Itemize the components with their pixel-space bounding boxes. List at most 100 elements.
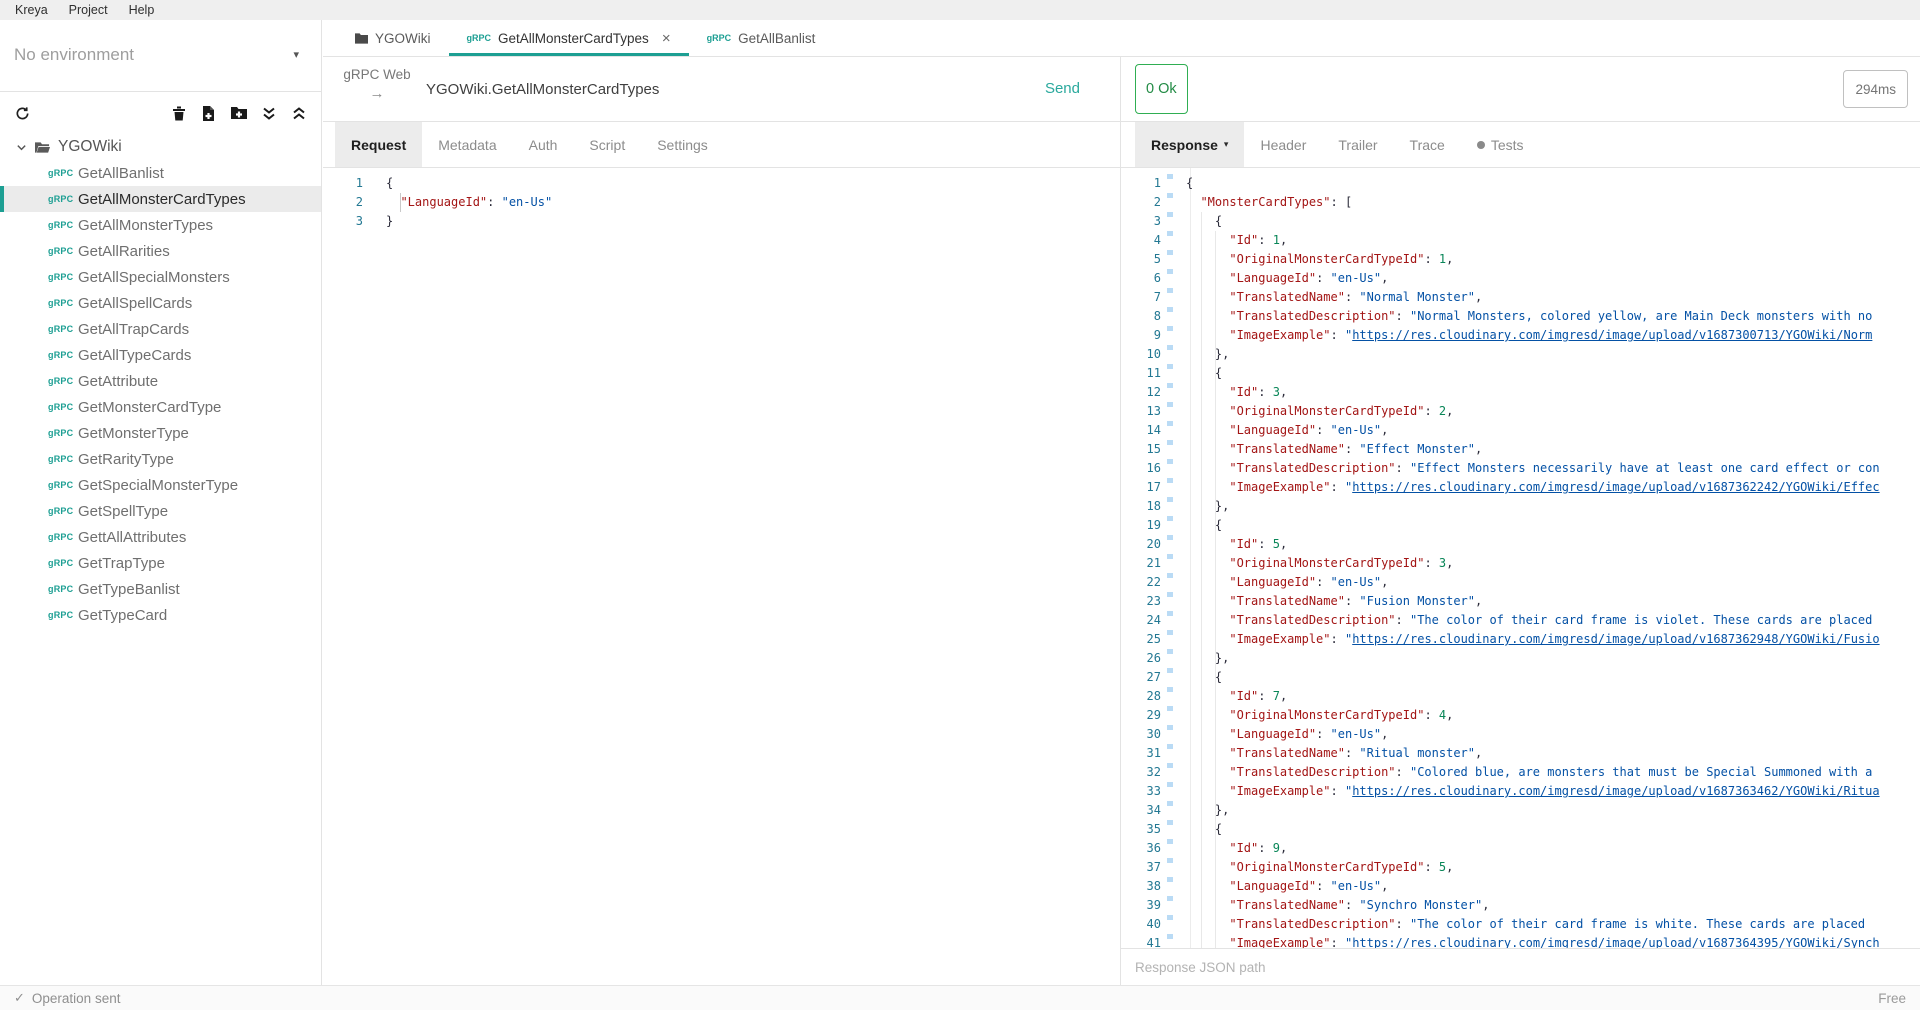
line-number: 20 — [1121, 535, 1161, 554]
line-number: 23 — [1121, 592, 1161, 611]
tab-ygowiki[interactable]: YGOWiki — [337, 20, 449, 56]
tab-settings[interactable]: Settings — [641, 122, 724, 167]
line-number: 39 — [1121, 896, 1161, 915]
item-label: GetAllRarities — [78, 243, 170, 260]
response-json-path-input[interactable]: Response JSON path — [1121, 948, 1920, 985]
explorer-item[interactable]: gRPCGetTypeCard — [0, 602, 321, 628]
grpc-badge: gRPC — [48, 402, 78, 412]
response-editor[interactable]: 1234567891011121314151617181920212223242… — [1121, 168, 1920, 948]
line-number: 2 — [323, 193, 363, 212]
explorer-item[interactable]: gRPCGetTrapType — [0, 550, 321, 576]
sidebar: No environment ▾ — [0, 20, 322, 985]
item-label: GetAllBanlist — [78, 165, 164, 182]
item-label: GetAllMonsterTypes — [78, 217, 213, 234]
protocol-selector[interactable]: gRPC Web → — [335, 67, 419, 102]
expand-all-icon[interactable] — [260, 105, 277, 122]
tab-trailer[interactable]: Trailer — [1322, 122, 1393, 167]
grpc-badge: gRPC — [48, 168, 78, 178]
line-number: 16 — [1121, 459, 1161, 478]
menu-project[interactable]: Project — [69, 3, 108, 17]
code-line: { — [1186, 820, 1880, 839]
line-number: 3 — [1121, 212, 1161, 231]
line-number: 22 — [1121, 573, 1161, 592]
code-line: { — [386, 174, 552, 193]
explorer-item[interactable]: gRPCGetAllMonsterCardTypes — [0, 186, 321, 212]
explorer-item[interactable]: gRPCGetAllRarities — [0, 238, 321, 264]
line-number: 32 — [1121, 763, 1161, 782]
explorer-item[interactable]: gRPCGetRarityType — [0, 446, 321, 472]
file-plus-icon[interactable] — [200, 105, 217, 122]
code-line: }, — [1186, 801, 1880, 820]
grpc-badge: gRPC — [467, 33, 492, 43]
request-editor[interactable]: 123 { "LanguageId": "en-Us"} — [323, 168, 1120, 985]
tab-request[interactable]: Request — [335, 122, 422, 167]
collapse-all-icon[interactable] — [290, 105, 307, 122]
explorer-item[interactable]: gRPCGetMonsterType — [0, 420, 321, 446]
close-icon[interactable]: × — [662, 31, 671, 46]
line-number: 12 — [1121, 383, 1161, 402]
explorer-item[interactable]: gRPCGetMonsterCardType — [0, 394, 321, 420]
item-label: GetTypeCard — [78, 607, 167, 624]
item-label: GetSpecialMonsterType — [78, 477, 238, 494]
tab-getallbanlist[interactable]: gRPC GetAllBanlist — [689, 20, 834, 56]
explorer-item[interactable]: gRPCGetAllSpecialMonsters — [0, 264, 321, 290]
explorer-item[interactable]: gRPCGetTypeBanlist — [0, 576, 321, 602]
response-line-numbers: 1234567891011121314151617181920212223242… — [1121, 174, 1161, 948]
line-number: 40 — [1121, 915, 1161, 934]
code-line: "Id": 1, — [1186, 231, 1880, 250]
grpc-badge: gRPC — [48, 532, 78, 542]
folder-plus-icon[interactable] — [230, 105, 247, 122]
explorer-item[interactable]: gRPCGetAllTrapCards — [0, 316, 321, 342]
code-line: "TranslatedDescription": "Colored blue, … — [1186, 763, 1880, 782]
grpc-badge: gRPC — [48, 454, 78, 464]
explorer-item[interactable]: gRPCGetAllTypeCards — [0, 342, 321, 368]
code-line: { — [1186, 364, 1880, 383]
menu-kreya[interactable]: Kreya — [15, 3, 48, 17]
tab-tests[interactable]: Tests — [1461, 122, 1540, 167]
line-number: 24 — [1121, 611, 1161, 630]
tab-getallmonstercardtypes[interactable]: gRPC GetAllMonsterCardTypes × — [449, 20, 689, 56]
item-label: GetRarityType — [78, 451, 174, 468]
item-label: GetAllSpellCards — [78, 295, 192, 312]
menu-help[interactable]: Help — [129, 3, 155, 17]
line-number: 3 — [323, 212, 363, 231]
tab-metadata[interactable]: Metadata — [422, 122, 512, 167]
explorer-items: gRPCGetAllBanlistgRPCGetAllMonsterCardTy… — [0, 160, 321, 628]
tab-auth[interactable]: Auth — [513, 122, 574, 167]
code-line: "ImageExample": "https://res.cloudinary.… — [1186, 478, 1880, 497]
panel-divider[interactable] — [1120, 57, 1121, 985]
explorer-item[interactable]: gRPCGetSpecialMonsterType — [0, 472, 321, 498]
code-line: "OriginalMonsterCardTypeId": 4, — [1186, 706, 1880, 725]
scrollbar-decorations — [1167, 174, 1173, 948]
tab-trace[interactable]: Trace — [1394, 122, 1461, 167]
explorer-item[interactable]: gRPCGetAttribute — [0, 368, 321, 394]
code-line: "ImageExample": "https://res.cloudinary.… — [1186, 630, 1880, 649]
environment-select[interactable]: No environment ▾ — [0, 20, 321, 92]
grpc-badge: gRPC — [48, 350, 78, 360]
explorer-item[interactable]: gRPCGettAllAttributes — [0, 524, 321, 550]
explorer-item[interactable]: gRPCGetSpellType — [0, 498, 321, 524]
tab-response[interactable]: Response ▾ — [1135, 122, 1244, 167]
code-line: "LanguageId": "en-Us", — [1186, 877, 1880, 896]
grpc-badge: gRPC — [48, 428, 78, 438]
explorer-item[interactable]: gRPCGetAllMonsterTypes — [0, 212, 321, 238]
code-line: "TranslatedName": "Fusion Monster", — [1186, 592, 1880, 611]
tree-root-ygowiki[interactable]: YGOWiki — [0, 134, 321, 160]
request-subtabs: Request Metadata Auth Script Settings — [323, 122, 1120, 168]
refresh-icon[interactable] — [14, 105, 31, 122]
item-label: GetAllMonsterCardTypes — [78, 191, 246, 208]
send-button[interactable]: Send — [1045, 80, 1080, 97]
item-label: GetMonsterCardType — [78, 399, 221, 416]
explorer-item[interactable]: gRPCGetAllSpellCards — [0, 290, 321, 316]
item-label: GetSpellType — [78, 503, 168, 520]
tab-script[interactable]: Script — [573, 122, 641, 167]
line-number: 31 — [1121, 744, 1161, 763]
response-status-badge[interactable]: 0 Ok — [1135, 64, 1188, 114]
explorer-item[interactable]: gRPCGetAllBanlist — [0, 160, 321, 186]
trash-icon[interactable] — [170, 105, 187, 122]
statusbar: ✓ Operation sent Free — [0, 985, 1920, 1010]
code-line: }, — [1186, 649, 1880, 668]
tab-header[interactable]: Header — [1244, 122, 1322, 167]
request-line-numbers: 123 — [323, 174, 363, 231]
arrow-right-icon: → — [335, 85, 419, 102]
